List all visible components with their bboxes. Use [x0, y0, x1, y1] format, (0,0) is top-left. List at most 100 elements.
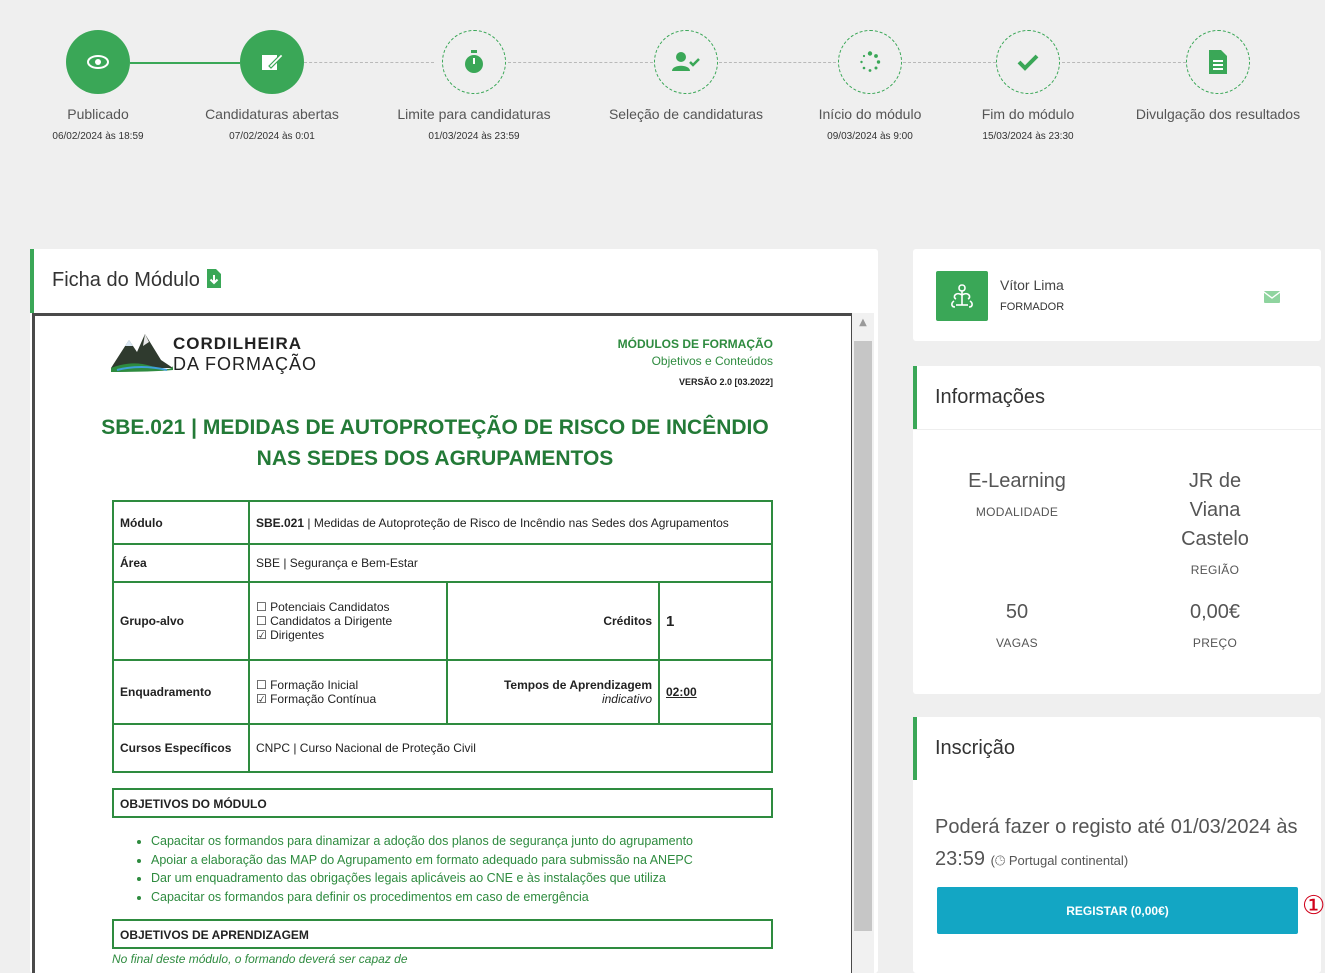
avatar — [936, 271, 988, 321]
checkbox-option: ☐ Formação Inicial — [256, 678, 359, 692]
doc-title-line: NAS SEDES DOS AGRUPAMENTOS — [256, 447, 614, 470]
table-key: Enquadramento — [112, 659, 250, 725]
table-key: Módulo — [112, 500, 250, 545]
card-accent — [913, 717, 917, 780]
table-row: Grupo-alvo ☐ Potenciais Candidatos ☐ Can… — [112, 581, 773, 661]
table-key: Tempos de Aprendizagem indicativo — [446, 659, 660, 725]
step-date: 01/03/2024 às 23:59 — [428, 131, 520, 142]
doc-title-line: SBE.021 | MEDIDAS DE AUTOPROTEÇÃO DE RIS… — [101, 416, 769, 439]
learning-intro: No final deste módulo, o formando deverá… — [112, 952, 408, 966]
doc-title: SBE.021 | MEDIDAS DE AUTOPROTEÇÃO DE RIS… — [95, 412, 775, 474]
doc-header-right: MÓDULOS DE FORMAÇÃO Objetivos e Conteúdo… — [618, 337, 773, 387]
cordilheira-logo: CORDILHEIRA DA FORMAÇÃO — [111, 330, 316, 379]
info-title: Informações — [935, 386, 1046, 408]
table-value: 1 — [658, 581, 773, 661]
checkbox-option: ☑ Formação Contínua — [256, 692, 377, 706]
info-vagas: 50 VAGAS — [917, 598, 1117, 650]
timeline-step-candidaturas-abertas: Candidaturas abertas 07/02/2024 às 0:01 — [162, 30, 382, 142]
pdf-scrollbar[interactable]: ▲ — [852, 313, 874, 973]
learning-time-label: Tempos de Aprendizagem — [503, 678, 652, 692]
card-accent — [30, 249, 34, 313]
learning-time-note: indicativo — [601, 692, 652, 706]
info-label: VAGAS — [996, 636, 1038, 650]
table-key: Área — [112, 543, 250, 583]
info-label: PREÇO — [1192, 636, 1238, 650]
checkbox-option: ☐ Potenciais Candidatos — [256, 600, 390, 614]
card-accent — [913, 366, 917, 429]
info-value: 0,00€ — [1189, 601, 1241, 623]
list-item: Apoiar a elaboração das MAP do Agrupamen… — [151, 851, 693, 870]
info-regiao: JR de Viana Castelo REGIÃO — [1115, 467, 1315, 577]
section-aprendizagem: OBJETIVOS DE APRENDIZAGEM — [112, 919, 773, 949]
register-button[interactable]: REGISTAR (0,00€) — [937, 887, 1298, 934]
progress-timeline: Publicado 06/02/2024 às 18:59 Candidatur… — [0, 0, 1325, 200]
module-code: SBE.021 — [256, 515, 305, 530]
info-value: JR de Viana Castelo — [1181, 470, 1249, 550]
info-preco: 0,00€ PREÇO — [1115, 598, 1315, 650]
module-sheet-card: Ficha do Módulo CORDILHEIRA DA FORMAÇÃO … — [30, 249, 878, 973]
timeline-step-limite: Limite para candidaturas 01/03/2024 às 2… — [364, 30, 584, 142]
doc-header-subtitle: Objetivos e Conteúdos — [651, 354, 773, 368]
module-sheet-title-text: Ficha do Módulo — [52, 269, 200, 291]
step-label: Divulgação dos resultados — [1135, 106, 1301, 122]
table-value: CNPC | Curso Nacional de Proteção Civil — [248, 723, 773, 773]
pdf-viewer[interactable]: CORDILHEIRA DA FORMAÇÃO MÓDULOS DE FORMA… — [32, 313, 854, 973]
step-label: Candidaturas abertas — [205, 106, 339, 122]
scroll-up-arrow-icon[interactable]: ▲ — [857, 317, 869, 329]
table-key: Créditos — [446, 581, 660, 661]
download-pdf-icon[interactable] — [207, 269, 222, 294]
document-icon — [1186, 30, 1250, 94]
stopwatch-icon — [442, 30, 506, 94]
module-name: | Medidas de Autoproteção de Risco de In… — [304, 515, 729, 530]
table-value: SBE.021 | Medidas de Autoproteção de Ris… — [248, 500, 773, 545]
info-card: Informações E-Learning MODALIDADE JR de … — [913, 366, 1321, 694]
spinner-icon — [838, 30, 902, 94]
clock-icon: 🕒︎ — [994, 853, 1006, 868]
table-row: Área SBE | Segurança e Bem-Estar — [112, 543, 773, 583]
timezone-note: (🕒︎ Portugal continental) — [990, 853, 1129, 868]
info-value: 50 — [1005, 601, 1029, 623]
objectives-list: Capacitar os formandos para dinamizar a … — [133, 832, 693, 906]
step-label: Fim do módulo — [981, 106, 1075, 122]
doc-header-series: MÓDULOS DE FORMAÇÃO — [617, 337, 773, 351]
step-label: Limite para candidaturas — [397, 106, 551, 122]
table-row: Cursos Específicos CNPC | Curso Nacional… — [112, 723, 773, 773]
info-label: MODALIDADE — [975, 505, 1059, 519]
eye-icon — [66, 30, 130, 94]
list-item: Capacitar os formandos para dinamizar a … — [151, 832, 693, 851]
logo-line-1: CORDILHEIRA — [173, 334, 303, 353]
timezone-text: Portugal continental — [1008, 853, 1124, 868]
table-value: ☐ Potenciais Candidatos ☐ Candidatos a D… — [248, 581, 448, 661]
list-item: Dar um enquadramento das obrigações lega… — [151, 869, 693, 888]
checkbox-option: ☐ Candidatos a Dirigente — [256, 614, 393, 628]
list-item: Capacitar os formandos para definir os p… — [151, 888, 693, 907]
timeline-step-divulgacao: Divulgação dos resultados — [1108, 30, 1325, 131]
table-value: SBE | Segurança e Bem-Estar — [248, 543, 773, 583]
table-key: Cursos Específicos — [112, 723, 250, 773]
user-check-icon — [654, 30, 718, 94]
doc-version: VERSÃO 2.0 [03.2022] — [678, 377, 773, 387]
module-table: Módulo SBE.021 | Medidas de Autoproteção… — [112, 500, 773, 773]
step-marker: ① — [1302, 891, 1325, 921]
checkbox-option: ☑ Dirigentes — [256, 628, 325, 642]
module-sheet-title: Ficha do Módulo — [52, 269, 222, 294]
inscription-card: Inscrição Poderá fazer o registo até 01/… — [913, 717, 1321, 973]
scrollbar-thumb[interactable] — [854, 341, 872, 931]
registration-deadline: Poderá fazer o registo até 01/03/2024 às… — [935, 811, 1305, 877]
logo-line-2: DA FORMAÇÃO — [173, 354, 318, 374]
timeline-step-fim: Fim do módulo 15/03/2024 às 23:30 — [918, 30, 1138, 142]
info-value: E-Learning — [968, 470, 1066, 492]
divider — [913, 429, 1321, 430]
trainer-role: FORMADOR — [1000, 301, 1065, 313]
table-value: 02:00 — [658, 659, 773, 725]
mail-icon[interactable] — [1263, 288, 1281, 307]
table-row: Enquadramento ☐ Formação Inicial ☑ Forma… — [112, 659, 773, 725]
trainer-name: Vítor Lima — [1000, 277, 1064, 293]
info-modalidade: E-Learning MODALIDADE — [917, 467, 1117, 519]
table-row: Módulo SBE.021 | Medidas de Autoproteção… — [112, 500, 773, 545]
trainer-card: Vítor Lima FORMADOR — [913, 249, 1321, 341]
inscription-title: Inscrição — [935, 737, 1016, 759]
edit-form-icon — [240, 30, 304, 94]
check-icon — [996, 30, 1060, 94]
table-value: ☐ Formação Inicial ☑ Formação Contínua — [248, 659, 448, 725]
